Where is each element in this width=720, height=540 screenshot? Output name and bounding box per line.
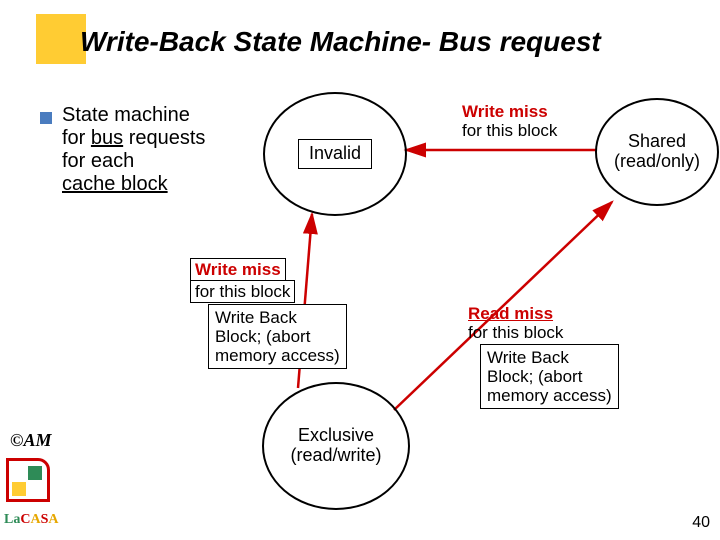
bullet-l2b: bus — [91, 127, 123, 149]
edge-left-a3: memory access) — [215, 346, 340, 365]
copyright-am: ©AM — [10, 430, 51, 451]
state-shared-l2: (read/only) — [614, 151, 700, 171]
edge-left-sub: for this block — [190, 280, 295, 303]
edge-top-sub: for this block — [462, 121, 557, 140]
edge-right-label: Read miss for this block Write Back Bloc… — [468, 304, 619, 409]
state-excl-l2: (read/write) — [290, 445, 381, 465]
lacasa-a: A — [30, 512, 40, 527]
edge-right-action: Write Back Block; (abort memory access) — [480, 344, 619, 409]
bullet-l2c: requests — [123, 127, 205, 149]
state-invalid-label: Invalid — [298, 139, 372, 169]
lacasa-la: La — [4, 512, 20, 527]
edge-right-a3: memory access) — [487, 386, 612, 405]
edge-right-sub: for this block — [468, 323, 563, 342]
edge-right-a1: Write Back — [487, 348, 569, 367]
slide-title: Write-Back State Machine- Bus request — [80, 26, 601, 58]
state-invalid: Invalid — [263, 92, 407, 216]
state-excl-l1: Exclusive — [298, 425, 374, 445]
edge-left-a1: Write Back — [215, 308, 297, 327]
edge-left-action: Write Back Block; (abort memory access) — [208, 304, 347, 369]
edge-top-label: Write miss for this block — [462, 102, 557, 140]
edge-left-hdr: Write miss — [190, 258, 286, 281]
edge-left-label: Write miss for this block Write Back Blo… — [190, 258, 347, 369]
bullet-icon — [40, 112, 52, 124]
lacasa-a2: A — [48, 512, 58, 527]
edge-left-a2: Block; (abort — [215, 327, 310, 346]
bullet-text: State machine for bus requests for each … — [62, 104, 205, 196]
slide: Write-Back State Machine- Bus request St… — [0, 0, 720, 540]
accent-square — [36, 14, 86, 64]
lacasa-text: LaCASA — [4, 512, 59, 528]
edge-top-hdr: Write miss — [462, 102, 548, 121]
page-number: 40 — [692, 514, 710, 532]
lacasa-c: C — [20, 512, 30, 527]
state-exclusive: Exclusive (read/write) — [262, 382, 410, 510]
bullet-l4: cache block — [62, 173, 168, 195]
bullet-l3: for each — [62, 150, 134, 172]
lacasa-logo — [6, 458, 50, 502]
edge-right-a2: Block; (abort — [487, 367, 582, 386]
state-shared: Shared (read/only) — [595, 98, 719, 206]
edge-right-hdr: Read miss — [468, 304, 553, 323]
state-shared-l1: Shared — [628, 131, 686, 151]
bullet-l2a: for — [62, 127, 91, 149]
bullet-l1: State machine — [62, 104, 190, 126]
